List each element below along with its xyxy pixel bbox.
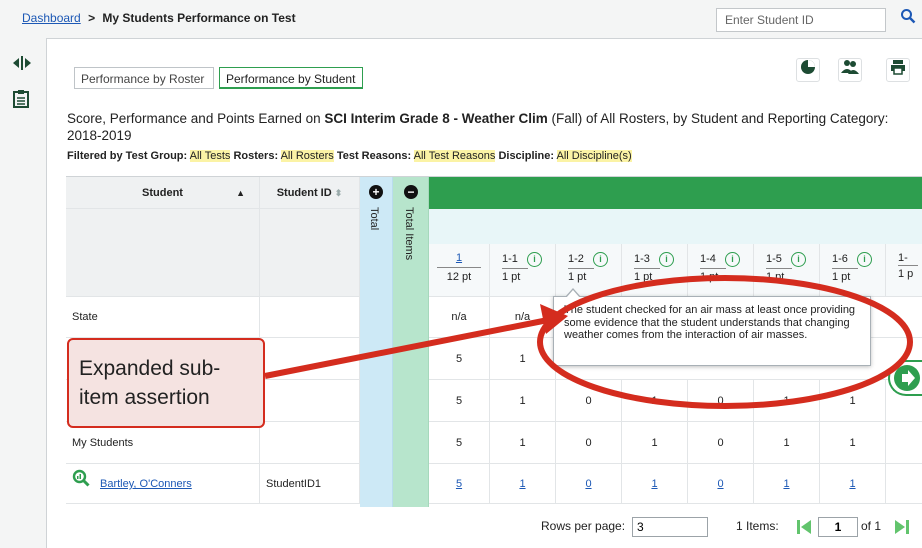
next-page-icon[interactable] <box>893 518 911 536</box>
page-total-label: of 1 <box>861 519 882 533</box>
annotation-ellipse <box>537 275 913 409</box>
page-number-input[interactable] <box>818 517 858 537</box>
rows-per-page-input[interactable] <box>632 517 708 537</box>
annotation-arrow-line <box>264 317 549 379</box>
annotation-callout: Expanded sub-item assertion <box>67 338 265 428</box>
previous-page-icon[interactable] <box>795 518 813 536</box>
rows-per-page-label: Rows per page: <box>541 519 626 533</box>
annotation-overlay <box>264 275 913 409</box>
items-count-label: 1 Items: <box>736 519 779 533</box>
